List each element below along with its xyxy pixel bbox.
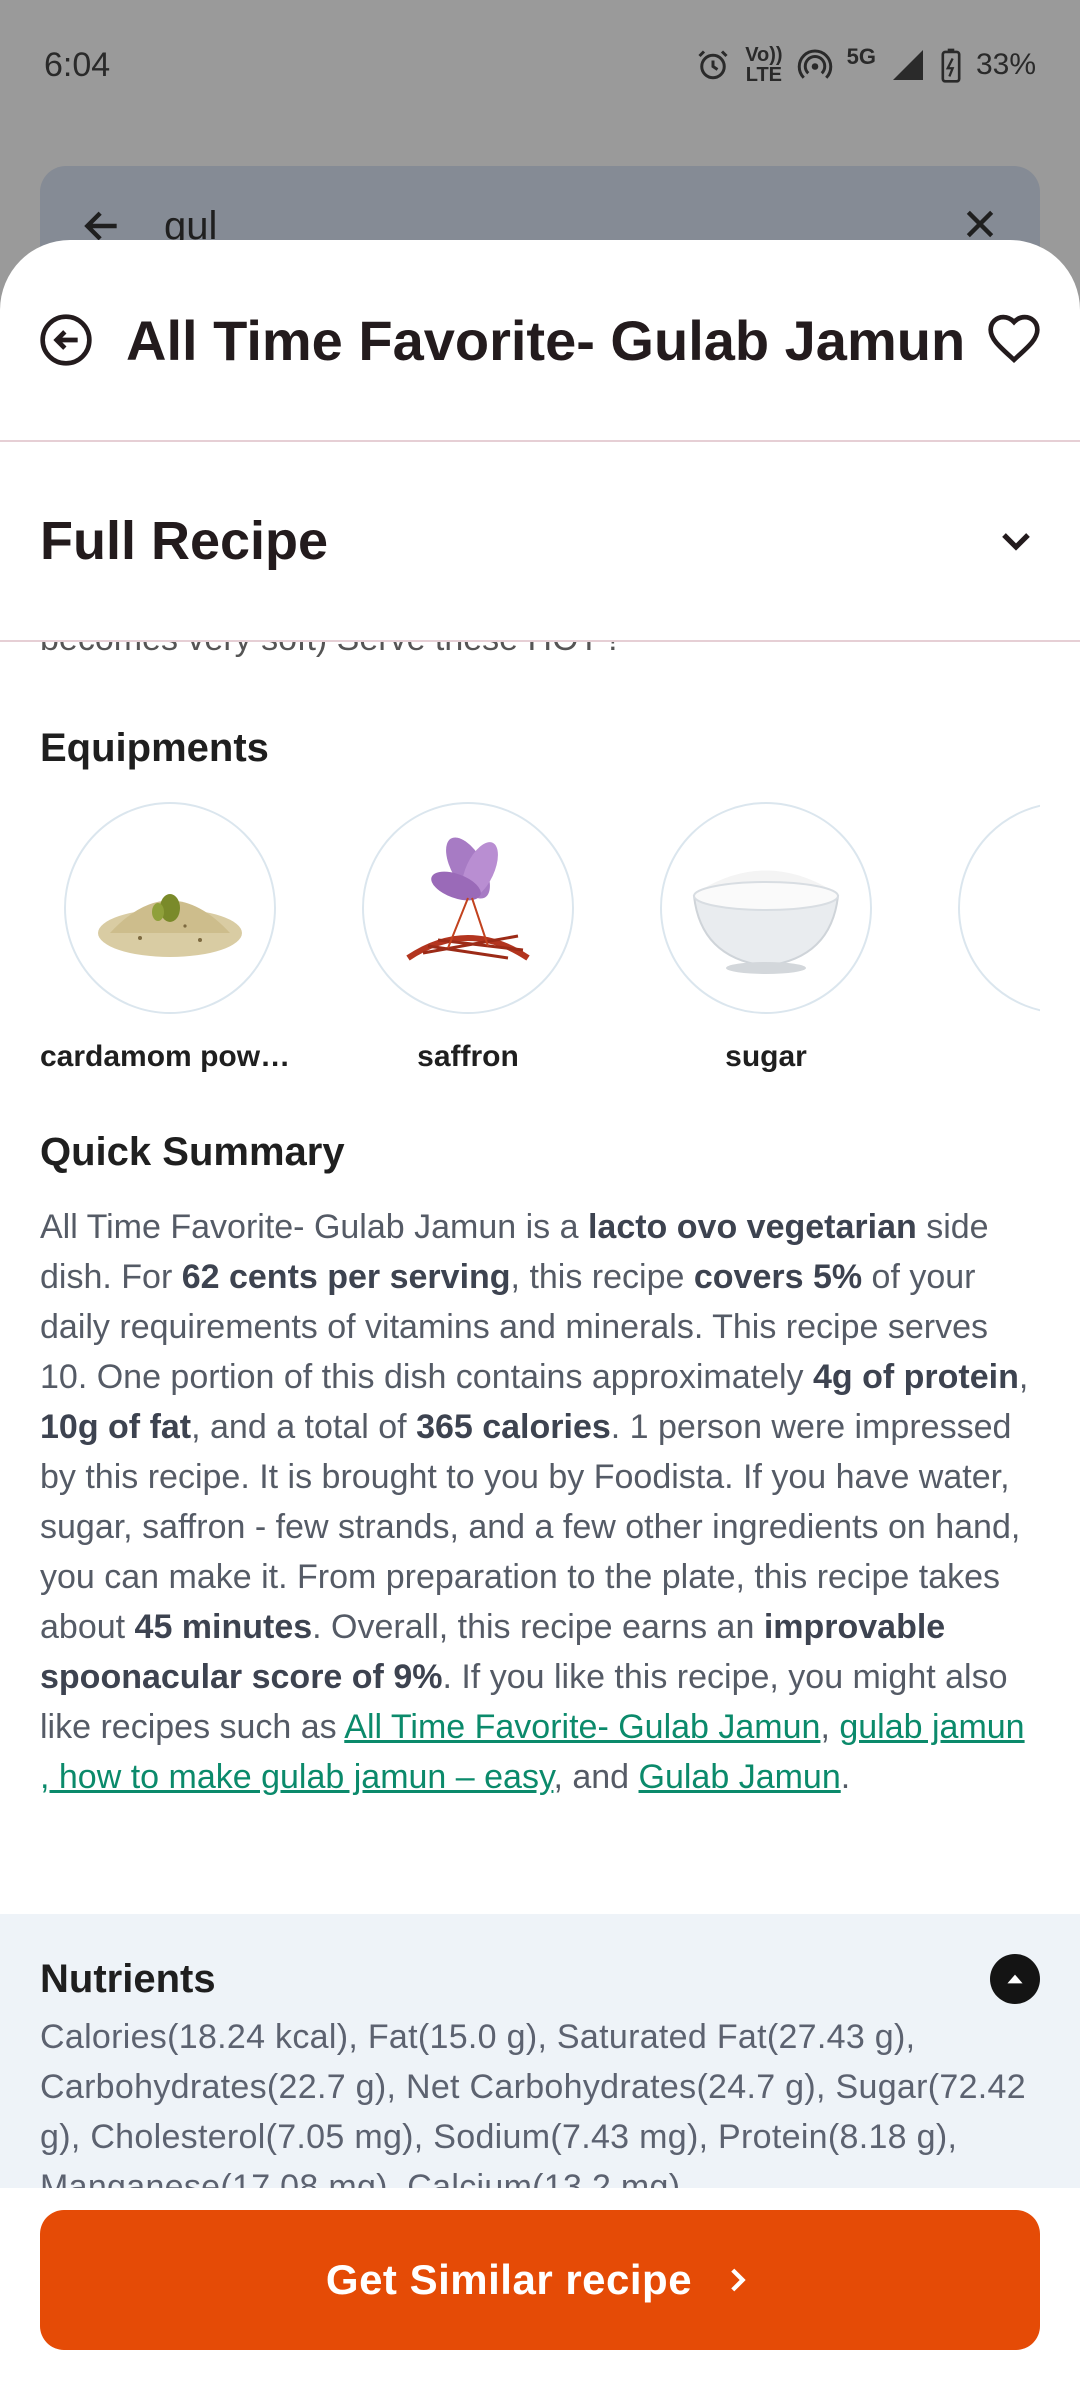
similar-recipe-link[interactable]: All Time Favorite- Gulab Jamun xyxy=(344,1708,820,1746)
nutrients-header: Nutrients xyxy=(40,1954,1040,2004)
equipment-label: saffron xyxy=(417,1040,519,1073)
hotspot-icon xyxy=(797,47,833,83)
back-button[interactable] xyxy=(34,308,98,372)
nutrients-collapse-button[interactable] xyxy=(990,1954,1040,2004)
equipment-image-cardamom xyxy=(64,802,276,1014)
chevron-right-icon xyxy=(720,2263,754,2297)
recipe-bottom-sheet: All Time Favorite- Gulab Jamun Full Reci… xyxy=(0,240,1080,2400)
nutrients-text: Calories(18.24 kcal), Fat(15.0 g), Satur… xyxy=(40,2018,1026,2202)
battery-percent: 33% xyxy=(975,48,1036,81)
cta-label: Get Similar recipe xyxy=(325,2256,693,2303)
full-recipe-toggle[interactable]: Full Recipe xyxy=(0,442,1080,642)
summary-bold: 10g of fat xyxy=(40,1408,192,1446)
equipment-label: cardamom powder xyxy=(40,1040,300,1073)
summary-text: , this recipe xyxy=(510,1258,694,1296)
summary-text: All Time Favorite- Gulab Jamun is a xyxy=(40,1208,588,1246)
bottom-action-bar: Get Similar recipe xyxy=(0,2188,1080,2400)
recipe-scroll-area[interactable]: becomes very soft) Serve these HOT ! Equ… xyxy=(0,642,1080,2202)
sheet-header: All Time Favorite- Gulab Jamun xyxy=(0,240,1080,442)
summary-bold: lacto ovo vegetarian xyxy=(587,1208,917,1246)
equipment-item-partial[interactable]: s xyxy=(934,802,1040,1074)
network-type: 5G xyxy=(846,44,876,69)
equipment-item-cardamom[interactable]: cardamom powder xyxy=(40,802,300,1074)
battery-icon xyxy=(940,47,962,83)
equipment-image-partial xyxy=(958,802,1040,1014)
equipments-list[interactable]: cardamom powder saffron sugar xyxy=(40,802,1040,1092)
instructions-tail-text: becomes very soft) Serve these HOT ! xyxy=(40,642,618,659)
close-icon xyxy=(960,204,1000,244)
heart-icon xyxy=(988,314,1040,364)
similar-recipe-link[interactable]: Gulab Jamun xyxy=(639,1758,841,1796)
chevron-up-icon xyxy=(1007,1974,1023,1984)
summary-text: . xyxy=(840,1758,851,1796)
recipe-title: All Time Favorite- Gulab Jamun xyxy=(126,308,966,372)
summary-text: , xyxy=(820,1708,840,1746)
equipment-item-saffron[interactable]: saffron xyxy=(338,802,598,1074)
status-bar: 6:04 Vo)) LTE 5G 33% xyxy=(0,0,1080,130)
get-similar-recipe-button[interactable]: Get Similar recipe xyxy=(40,2210,1040,2350)
summary-bold: covers 5% xyxy=(693,1258,863,1296)
nutrients-section: Nutrients Calories(18.24 kcal), Fat(15.0… xyxy=(0,1914,1080,2202)
summary-text: , and xyxy=(553,1758,639,1796)
equipment-image-sugar xyxy=(660,802,872,1014)
alarm-icon xyxy=(695,47,731,83)
volte-label-bottom: LTE xyxy=(745,64,783,86)
summary-text: , and a total of xyxy=(191,1408,417,1446)
favorite-button[interactable] xyxy=(982,308,1046,372)
summary-bold: 62 cents per serving xyxy=(181,1258,511,1296)
summary-bold: 365 calories xyxy=(416,1408,611,1446)
summary-bold: 45 minutes xyxy=(134,1608,313,1646)
summary-bold: 4g of protein xyxy=(813,1358,1019,1396)
summary-text: . Overall, this recipe earns an xyxy=(312,1608,764,1646)
equipment-label: sugar xyxy=(725,1040,807,1073)
full-recipe-title: Full Recipe xyxy=(40,511,329,571)
back-circle-icon xyxy=(40,314,92,366)
status-time: 6:04 xyxy=(44,45,111,84)
summary-text: , xyxy=(1018,1358,1029,1396)
equipment-label: s xyxy=(934,1040,1040,1074)
volte-label-top: Vo)) xyxy=(745,44,783,66)
equipment-image-saffron xyxy=(362,802,574,1014)
status-icons: Vo)) LTE 5G 33% xyxy=(695,44,1036,85)
chevron-down-icon xyxy=(1002,533,1030,551)
volte-icon: Vo)) LTE xyxy=(745,45,782,85)
nutrients-heading: Nutrients xyxy=(40,1956,216,2001)
quick-summary-text: All Time Favorite- Gulab Jamun is a lact… xyxy=(40,1202,1040,1802)
quick-summary-heading: Quick Summary xyxy=(40,1130,345,1174)
signal-icon xyxy=(890,47,926,83)
equipment-item-sugar[interactable]: sugar xyxy=(636,802,896,1074)
equipments-heading: Equipments xyxy=(40,726,269,770)
